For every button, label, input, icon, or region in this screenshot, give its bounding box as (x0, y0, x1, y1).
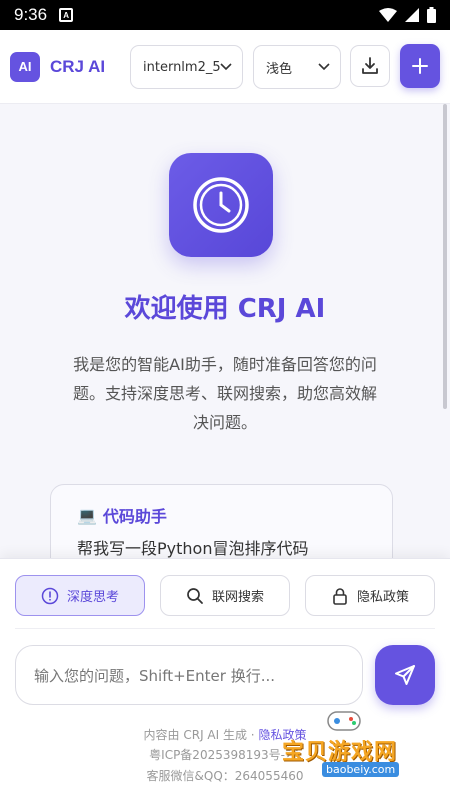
deep-think-label: 深度思考 (66, 590, 119, 605)
new-chat-button[interactable] (400, 44, 440, 88)
battery-icon (427, 7, 436, 23)
info-circle-icon (41, 587, 59, 604)
footer-generated-text: 内容由 CRJ AI 生成 · (143, 728, 259, 742)
card-title-text: 代码助手 (102, 507, 167, 526)
logo-badge: AI (10, 51, 40, 82)
app-header: AI CRJ AI internlm2_5 浅色 (0, 30, 450, 104)
intro-line: 题。支持深度思考、联网搜索，助您高效解 (72, 384, 377, 403)
theme-select-value: 浅色 (266, 61, 293, 77)
card-title: 💻 代码助手 (77, 503, 366, 527)
status-bar: 9:36 A (0, 0, 450, 30)
lock-icon (333, 587, 347, 605)
search-icon (187, 587, 203, 604)
card-text: 帮我写一段Python冒泡排序代码 (77, 539, 309, 558)
plus-icon (412, 58, 428, 74)
intro-line: 决问题。 (192, 413, 257, 432)
divider (15, 628, 435, 629)
wifi-icon (379, 8, 397, 22)
question-input[interactable]: 输入您的问题，Shift+Enter 换行... (15, 645, 363, 705)
status-time: 9:36 (14, 5, 48, 24)
download-icon (362, 57, 378, 74)
privacy-label: 隐私政策 (356, 590, 409, 605)
intro-line: 我是您的智能AI助手，随时准备回答您的问 (73, 355, 377, 374)
privacy-button[interactable]: 隐私政策 (305, 575, 435, 616)
web-search-label: 联网搜索 (211, 590, 264, 605)
clock-icon (169, 153, 273, 257)
laptop-icon: 💻 (77, 505, 97, 525)
brand-name: CRJ AI (50, 56, 106, 76)
deep-think-toggle[interactable]: 深度思考 (15, 575, 145, 616)
signal-icon (405, 8, 419, 22)
model-select-value: internlm2_5 (143, 59, 220, 75)
welcome-title: 欢迎使用 CRJ AI (124, 294, 326, 324)
site-watermark: 宝贝游戏网 baobeiy.com (276, 706, 446, 778)
model-select[interactable]: internlm2_5 (130, 45, 243, 89)
download-button[interactable] (350, 45, 390, 87)
scrollbar[interactable] (443, 104, 447, 409)
watermark-url: baobeiy.com (322, 762, 400, 777)
intro-text: 我是您的智能AI助手，随时准备回答您的问 题。支持深度思考、联网搜索，助您高效解… (52, 350, 398, 437)
send-icon (395, 665, 415, 685)
app-indicator-icon: A (59, 8, 74, 22)
chevron-down-icon (220, 63, 232, 71)
web-search-toggle[interactable]: 联网搜索 (160, 575, 290, 616)
question-input-placeholder: 输入您的问题，Shift+Enter 换行... (34, 666, 275, 685)
status-icons (379, 7, 436, 23)
chevron-down-icon (318, 63, 330, 71)
chat-area[interactable]: 欢迎使用 CRJ AI 我是您的智能AI助手，随时准备回答您的问 题。支持深度思… (0, 104, 450, 558)
gamepad-icon (327, 711, 361, 731)
suggestion-card-code[interactable]: 💻 代码助手 帮我写一段Python冒泡排序代码 (50, 484, 393, 558)
send-button[interactable] (375, 645, 435, 705)
theme-select[interactable]: 浅色 (253, 45, 341, 89)
